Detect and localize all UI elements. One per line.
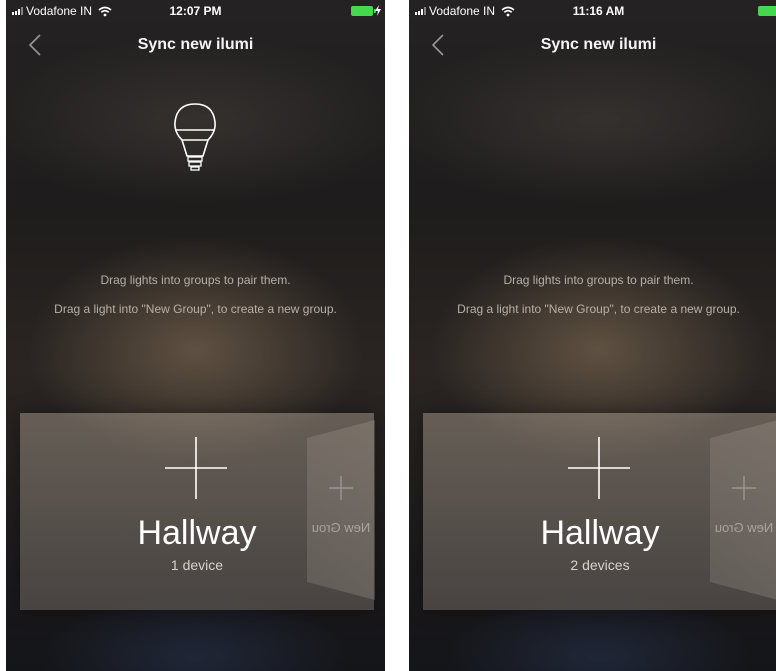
- instruction-text-2: Drag a light into "New Group", to create…: [457, 302, 740, 316]
- battery-icon: [351, 6, 376, 16]
- page-title: Sync new ilumi: [540, 36, 657, 53]
- new-group-label: New Grou: [311, 520, 371, 535]
- battery-icon: [758, 6, 776, 16]
- status-bar: Vodafone IN 12:07 PM: [6, 0, 385, 22]
- new-group-plus-icon: [732, 476, 756, 500]
- instruction-text-2: Drag a light into "New Group", to create…: [54, 302, 337, 316]
- status-time: 12:07 PM: [169, 4, 222, 18]
- status-bar: Vodafone IN 11:16 AM: [409, 0, 776, 22]
- status-time: 11:16 AM: [572, 4, 625, 18]
- new-group-plus-icon: [329, 476, 353, 500]
- plus-icon: [165, 437, 227, 499]
- new-group-label: New Grou: [714, 520, 774, 535]
- charging-bolt-icon: [375, 5, 381, 16]
- plus-icon: [568, 437, 630, 499]
- light-bulb-icon: [174, 103, 216, 171]
- phone-screen-left: Vodafone IN 12:07 PM Sync new ilumi Drag…: [6, 0, 385, 671]
- new-group-card[interactable]: New Grou: [307, 420, 375, 600]
- new-group-card[interactable]: New Grou: [710, 420, 776, 600]
- instruction-text-1: Drag lights into groups to pair them.: [503, 273, 694, 287]
- page-title: Sync new ilumi: [137, 36, 254, 53]
- phone-screen-right: Vodafone IN 11:16 AM Sync new ilumi Drag…: [409, 0, 776, 671]
- instruction-text-1: Drag lights into groups to pair them.: [100, 273, 291, 287]
